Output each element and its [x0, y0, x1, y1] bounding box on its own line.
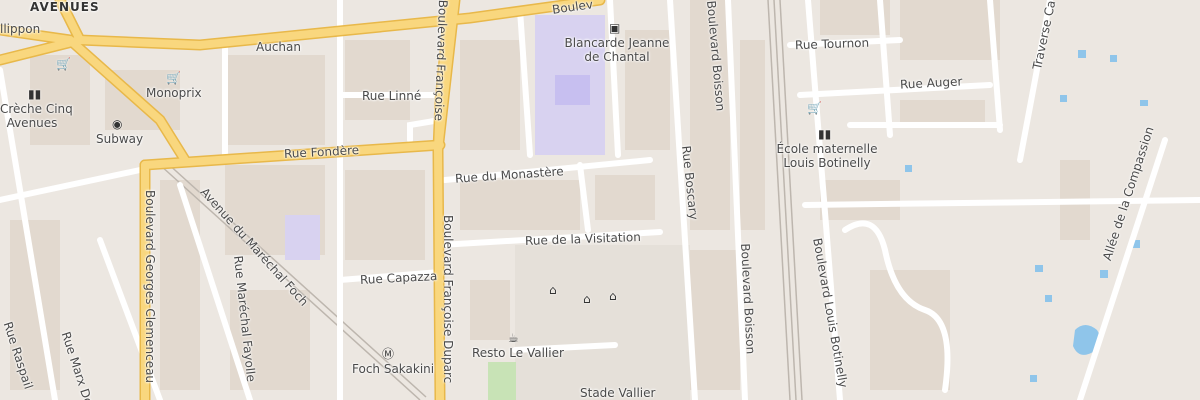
- stadium-area: [515, 245, 690, 400]
- street-label-rue-linne: Rue Linné: [362, 89, 422, 103]
- school-grounds-2: [285, 215, 320, 260]
- school-building: [555, 75, 590, 105]
- street-label-auchan: Auchan: [256, 40, 301, 54]
- poi-label-subway[interactable]: Subway: [96, 132, 143, 146]
- street-label-rue-tournon: Rue Tournon: [794, 35, 870, 53]
- sport-icon[interactable]: ⌂: [549, 284, 557, 296]
- fastfood-icon[interactable]: ◉: [112, 118, 122, 130]
- poi-label-ecole-line1: École maternelle: [776, 142, 878, 156]
- street-label-bd-georges-clemenceau: Boulevard Georges Clemenceau: [143, 190, 157, 384]
- shop-icon[interactable]: 🛒: [166, 72, 181, 84]
- shop-icon[interactable]: 🛒: [807, 102, 822, 114]
- sport-icon[interactable]: ⌂: [583, 293, 591, 305]
- street-label-bd-francoise-bottom: Boulevard Françoise Duparc: [441, 215, 455, 384]
- poi-label-stade[interactable]: Stade Vallier: [580, 386, 655, 400]
- poi-label-blancarde-line1: Blancarde Jeanne: [564, 36, 670, 50]
- poi-label-foch[interactable]: Foch Sakakini: [352, 362, 434, 376]
- partial-street-label: llippon: [0, 22, 41, 36]
- poi-label-monoprix[interactable]: Monoprix: [146, 86, 202, 100]
- poi-label-creche[interactable]: Crèche Cinq Avenues: [0, 102, 73, 130]
- restaurant-icon[interactable]: ☕: [508, 332, 519, 344]
- school-icon[interactable]: ▮▮: [28, 88, 41, 100]
- poi-label-resto[interactable]: Resto Le Vallier: [472, 346, 564, 360]
- school-icon[interactable]: ▮▮: [818, 128, 831, 140]
- bus-icon[interactable]: ▣: [609, 22, 620, 34]
- poi-label-creche-line2: Avenues: [6, 116, 58, 130]
- sport-pitch: [488, 362, 516, 400]
- metro-icon[interactable]: Ⓜ: [382, 348, 394, 360]
- shop-icon[interactable]: 🛒: [56, 58, 71, 70]
- district-label: AVENUES: [30, 0, 100, 14]
- map-view[interactable]: AVENUES llippon Boulev Auchan Rue Linné …: [0, 0, 1200, 400]
- poi-label-ecole-line2: Louis Botinelly: [783, 156, 871, 170]
- poi-label-ecole[interactable]: École maternelle Louis Botinelly: [772, 142, 882, 170]
- sport-icon[interactable]: ⌂: [609, 290, 617, 302]
- poi-label-blancarde-line2: de Chantal: [584, 50, 650, 64]
- poi-label-blancarde[interactable]: Blancarde Jeanne de Chantal: [562, 36, 672, 64]
- poi-label-creche-line1: Crèche Cinq: [0, 102, 73, 116]
